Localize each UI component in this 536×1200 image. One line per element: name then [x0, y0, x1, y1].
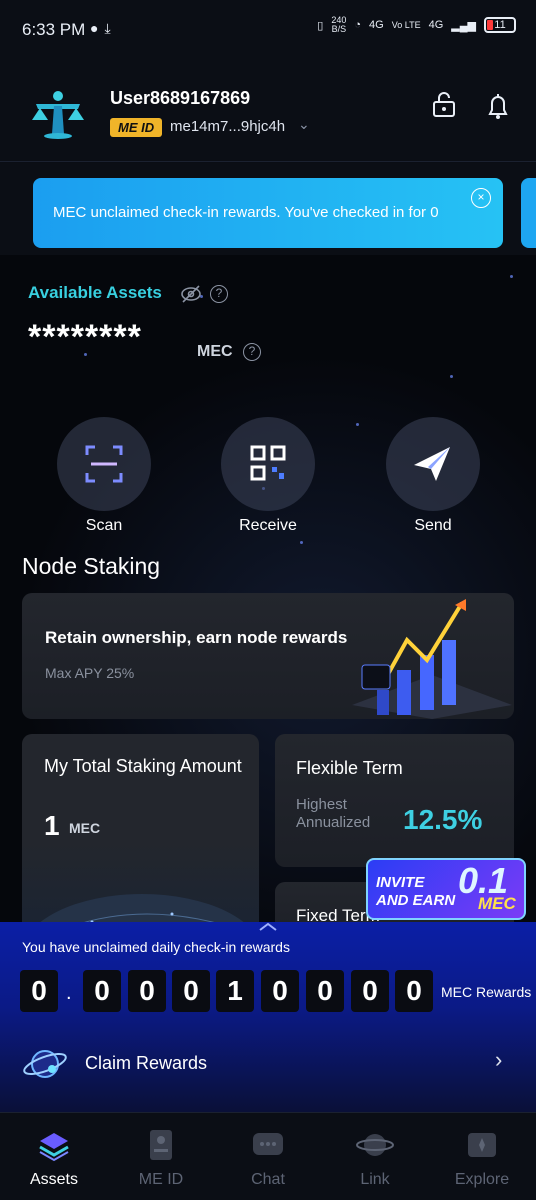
receive-button[interactable]: Receive: [221, 417, 315, 535]
scan-label: Scan: [85, 517, 123, 534]
chevron-right-icon: ›: [495, 1047, 503, 1072]
reward-digit: 0: [20, 970, 58, 1012]
close-icon[interactable]: ×: [471, 188, 491, 208]
flexible-term-card[interactable]: Flexible Term Highest Annualized 12.5%: [275, 734, 514, 867]
download-icon: ⤓: [104, 20, 117, 36]
next-banner-peek[interactable]: [521, 178, 536, 248]
scan-button[interactable]: Scan: [57, 417, 151, 535]
reward-separator: .: [66, 982, 72, 1004]
wifi-icon: ◔: [354, 19, 362, 31]
promo-subtitle: Max APY 25%: [45, 665, 135, 681]
bottom-navigation: Assets ME ID Chat Link Explore: [0, 1112, 536, 1200]
tab-me-id-label: ME ID: [138, 1171, 184, 1188]
tab-assets[interactable]: Assets: [9, 1125, 99, 1189]
node-staking-title: Node Staking: [22, 553, 161, 579]
vibrate-icon: ▯: [317, 19, 324, 32]
assets-icon: [34, 1125, 74, 1165]
growth-chart-illustration: [352, 599, 512, 719]
total-staking-unit: MEC: [69, 820, 101, 836]
invite-line-1: INVITE: [376, 874, 425, 891]
scan-icon: [57, 417, 151, 511]
reward-digit: 0: [395, 970, 433, 1012]
balance-hidden: ********: [28, 318, 142, 356]
claim-rewards-label: Claim Rewards: [85, 1053, 208, 1073]
total-staking-value: 1: [44, 810, 60, 841]
id-card-icon: [141, 1125, 181, 1165]
flexible-rate: 12.5%: [403, 804, 483, 835]
battery-icon: 11: [484, 17, 516, 33]
tab-link-label: Link: [360, 1171, 390, 1188]
invite-earn-button[interactable]: INVITE AND EARN 0.1 MEC: [366, 858, 526, 920]
me-id-badge: ME ID: [110, 118, 163, 137]
tab-link[interactable]: Link: [330, 1125, 420, 1189]
reward-digit: 0: [83, 970, 121, 1012]
username[interactable]: User8689167869: [110, 88, 250, 109]
reward-digit: 0: [128, 970, 166, 1012]
flexible-term-title: Flexible Term: [296, 758, 403, 778]
total-staking-title: My Total Staking Amount: [44, 756, 242, 776]
invite-line-2: AND EARN: [376, 892, 456, 909]
network-1: 4G: [369, 19, 384, 31]
network-3: 4G: [428, 19, 444, 31]
reward-digit: 0: [261, 970, 299, 1012]
status-time: 6:33 PM: [22, 20, 86, 39]
send-label: Send: [414, 517, 452, 534]
signal-icon: ▂▄▆: [451, 19, 476, 32]
eye-off-icon[interactable]: [180, 284, 202, 304]
scales-logo-icon: [32, 91, 84, 139]
collapse-handle-icon[interactable]: [258, 922, 278, 932]
reward-digit: 0: [351, 970, 389, 1012]
network-2: Vo LTE: [391, 19, 421, 30]
lock-icon[interactable]: [428, 90, 460, 122]
reward-unit: MEC Rewards: [441, 984, 532, 1000]
reward-message: You have unclaimed daily check-in reward…: [22, 939, 290, 955]
net-speed-unit: B/S: [331, 24, 347, 34]
explore-icon: [462, 1125, 502, 1165]
bell-icon[interactable]: [482, 90, 514, 122]
banner-carousel: MEC unclaimed check-in rewards. You've c…: [0, 163, 536, 255]
checkin-banner[interactable]: MEC unclaimed check-in rewards. You've c…: [33, 178, 503, 248]
net-speed: 240 B/S: [331, 16, 346, 34]
tab-explore-label: Explore: [454, 1171, 510, 1188]
claim-rewards-button[interactable]: Claim Rewards ›: [0, 1037, 536, 1097]
send-button[interactable]: Send: [386, 417, 480, 535]
chat-icon: [248, 1125, 288, 1165]
balance-unit: MEC: [197, 343, 233, 360]
invite-text: INVITE AND EARN: [376, 874, 455, 910]
me-id-value[interactable]: me14m7...9hjc4h: [170, 118, 285, 135]
reward-digit: 1: [216, 970, 254, 1012]
tab-me-id[interactable]: ME ID: [116, 1125, 206, 1189]
receive-label: Receive: [239, 517, 297, 534]
reward-digit: 0: [172, 970, 210, 1012]
node-staking-promo-card[interactable]: Retain ownership, earn node rewards Max …: [22, 593, 514, 719]
reward-digit: 0: [306, 970, 344, 1012]
checkin-reward-panel: You have unclaimed daily check-in reward…: [0, 922, 536, 1112]
total-staking-card[interactable]: My Total Staking Amount 1 MEC: [22, 734, 259, 934]
highest-annualized-label: Highest Annualized: [296, 796, 371, 831]
app-header: User8689167869 ME ID me14m7...9hjc4h ⌄: [0, 62, 536, 162]
battery-level: 11: [494, 19, 506, 31]
chat-bubble-icon: ●: [90, 20, 105, 36]
help-icon[interactable]: ?: [210, 285, 228, 303]
status-notification-icons: ●⤓: [90, 20, 117, 37]
chevron-down-icon[interactable]: ⌄: [298, 116, 310, 133]
help-icon[interactable]: ?: [243, 343, 261, 361]
banner-text: MEC unclaimed check-in rewards. You've c…: [53, 204, 439, 221]
tab-assets-label: Assets: [29, 1171, 78, 1188]
invite-unit: MEC: [478, 894, 516, 913]
qr-code-icon: [221, 417, 315, 511]
available-assets-label: Available Assets: [28, 283, 162, 302]
planet-icon: [355, 1125, 395, 1165]
status-right-icons: ▯ 240 B/S ◔ 4G Vo LTE 4G ▂▄▆ 11: [317, 16, 516, 34]
tab-explore[interactable]: Explore: [437, 1125, 527, 1189]
tab-chat-label: Chat: [251, 1171, 285, 1188]
status-bar: 6:33 PM ●⤓ ▯ 240 B/S ◔ 4G Vo LTE 4G ▂▄▆ …: [0, 0, 536, 62]
tab-chat[interactable]: Chat: [223, 1125, 313, 1189]
gift-planet-icon: [23, 1050, 67, 1078]
send-icon: [386, 417, 480, 511]
promo-title: Retain ownership, earn node rewards: [45, 628, 348, 647]
